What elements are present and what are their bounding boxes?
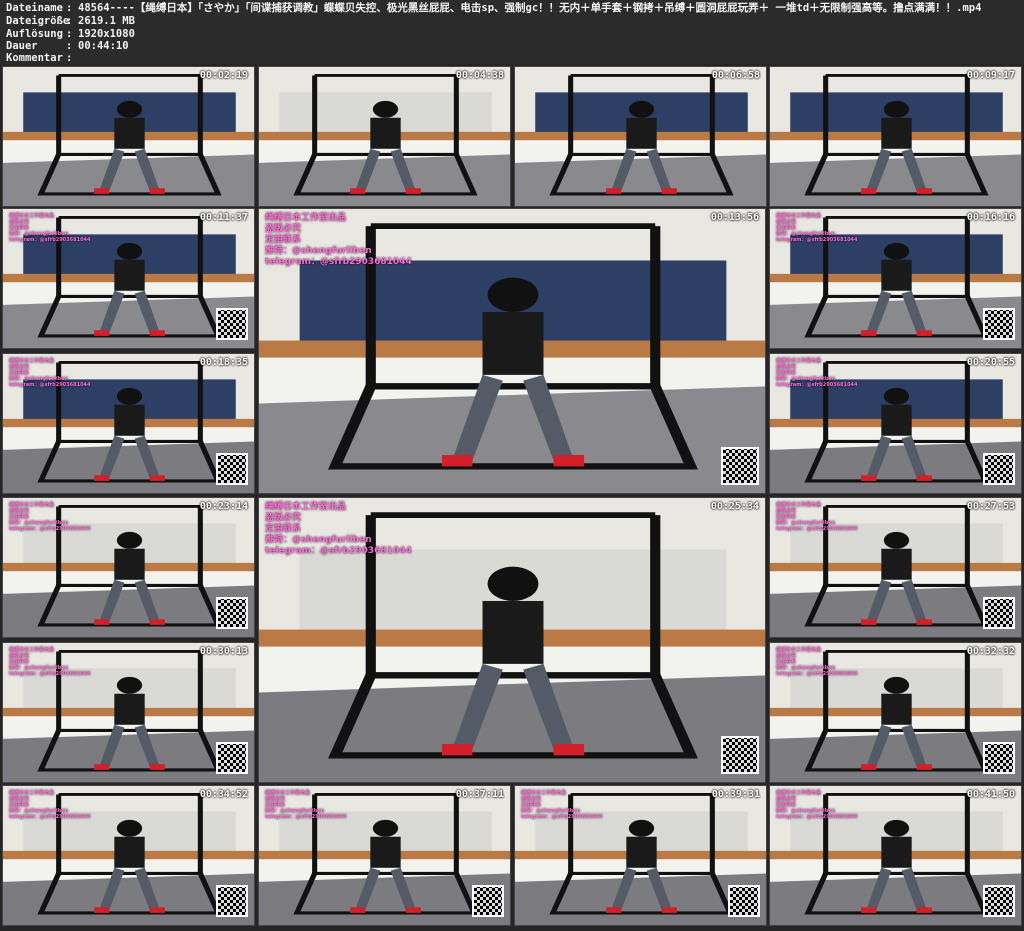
scene-image — [770, 67, 1021, 206]
timestamp-label: 00:39:31 — [711, 789, 760, 800]
watermark-line: 定拍联系 — [265, 235, 302, 245]
watermark-line: 盗版必究 — [265, 513, 302, 523]
watermark-line: telegram：@sfrb2903681044 — [9, 382, 91, 388]
watermark-line: telegram：@sfrb2903681044 — [265, 546, 412, 556]
video-thumbnail[interactable]: 00:32:32 绳缚日本工作室出品 盗版必究 定拍联系 推特：@shengfurlib… — [769, 642, 1022, 783]
video-thumbnail[interactable]: 00:11:37 绳缚日本工作室出品 盗版必究 定拍联系 推特：@shengfurlib… — [2, 208, 255, 349]
qr-code-icon — [721, 447, 759, 485]
video-thumbnail[interactable]: 00:39:31 绳缚日本工作室出品 盗版必究 定拍联系 推特：@shengfurlib… — [514, 785, 767, 926]
meta-comment: Kommentar: — [6, 52, 73, 64]
video-thumbnail[interactable]: 00:27:53 绳缚日本工作室出品 盗版必究 定拍联系 推特：@shengfurlib… — [769, 497, 1022, 638]
watermark-text: 绳缚日本工作室出品 盗版必究 定拍联系 推特：@shengfurliben telegr… — [9, 647, 91, 677]
qr-code-icon — [216, 742, 248, 774]
timestamp-label: 00:30:13 — [199, 646, 248, 657]
watermark-text: 绳缚日本工作室出品 盗版必究 定拍联系 推特：@shengfurliben telegr… — [776, 790, 858, 820]
meta-filesize: Dateigröße: 2619.1 MB — [6, 15, 135, 27]
qr-code-icon — [728, 885, 760, 917]
timestamp-label: 00:34:52 — [199, 789, 248, 800]
video-thumbnail[interactable]: 00:23:14 绳缚日本工作室出品 盗版必究 定拍联系 推特：@shengfurlib… — [2, 497, 255, 638]
timestamp-label: 00:25:34 — [710, 501, 759, 512]
video-thumbnail[interactable]: 00:16:16 绳缚日本工作室出品 盗版必究 定拍联系 推特：@shengfurlib… — [769, 208, 1022, 349]
timestamp-label: 00:02:19 — [199, 70, 248, 81]
watermark-line: telegram：@sfrb2903681044 — [776, 671, 858, 677]
watermark-text: 绳缚日本工作室出品 盗版必究 定拍联系 推特：@shengfurliben telegr… — [265, 213, 412, 268]
video-thumbnail[interactable]: 00:09:17 — [769, 66, 1022, 207]
watermark-line: telegram：@sfrb2903681044 — [776, 526, 858, 532]
qr-code-icon — [983, 453, 1015, 485]
watermark-text: 绳缚日本工作室出品 盗版必究 定拍联系 推特：@shengfurliben telegr… — [9, 502, 91, 532]
watermark-text: 绳缚日本工作室出品 盗版必究 定拍联系 推特：@shengfurliben telegr… — [776, 358, 858, 388]
watermark-text: 绳缚日本工作室出品 盗版必究 定拍联系 推特：@shengfurliben telegr… — [776, 502, 858, 532]
qr-code-icon — [721, 736, 759, 774]
watermark-line: telegram：@sfrb2903681044 — [521, 814, 603, 820]
watermark-line: telegram：@sfrb2903681044 — [9, 237, 91, 243]
video-thumbnail[interactable]: 00:02:19 — [2, 66, 255, 207]
timestamp-label: 00:11:37 — [199, 212, 248, 223]
watermark-line: telegram：@sfrb2903681044 — [776, 237, 858, 243]
qr-code-icon — [983, 742, 1015, 774]
timestamp-label: 00:41:50 — [966, 789, 1015, 800]
watermark-text: 绳缚日本工作室出品 盗版必究 定拍联系 推特：@shengfurliben telegr… — [265, 502, 412, 557]
qr-code-icon — [983, 597, 1015, 629]
timestamp-label: 00:13:56 — [710, 212, 759, 223]
watermark-text: 绳缚日本工作室出品 盗版必究 定拍联系 推特：@shengfurliben telegr… — [776, 647, 858, 677]
video-thumbnail[interactable]: 00:30:13 绳缚日本工作室出品 盗版必究 定拍联系 推特：@shengfurlib… — [2, 642, 255, 783]
watermark-line: 推特：@shengfurliben — [265, 246, 372, 256]
timestamp-label: 00:27:53 — [966, 501, 1015, 512]
meta-filename: Dateiname:48564----【绳缚日本】「さやか」「间谍捕获调教」蝶蝶… — [6, 2, 982, 14]
timestamp-label: 00:23:14 — [199, 501, 248, 512]
watermark-line: 定拍联系 — [265, 524, 302, 534]
video-thumbnail[interactable]: 00:41:50 绳缚日本工作室出品 盗版必究 定拍联系 推特：@shengfurlib… — [769, 785, 1022, 926]
watermark-line: telegram：@sfrb2903681044 — [265, 257, 412, 267]
watermark-text: 绳缚日本工作室出品 盗版必究 定拍联系 推特：@shengfurliben telegr… — [776, 213, 858, 243]
video-thumbnail[interactable]: 00:37:11 绳缚日本工作室出品 盗版必究 定拍联系 推特：@shengfurlib… — [258, 785, 511, 926]
qr-code-icon — [216, 453, 248, 485]
video-thumbnail[interactable]: 00:34:52 绳缚日本工作室出品 盗版必究 定拍联系 推特：@shengfurlib… — [2, 785, 255, 926]
qr-code-icon — [983, 308, 1015, 340]
timestamp-label: 00:04:38 — [455, 70, 504, 81]
scene-image — [3, 67, 254, 206]
video-thumbnail[interactable]: 00:18:35 绳缚日本工作室出品 盗版必究 定拍联系 推特：@shengfurlib… — [2, 353, 255, 494]
qr-code-icon — [983, 885, 1015, 917]
video-thumbnail[interactable]: 00:04:38 — [258, 66, 511, 207]
watermark-line: 推特：@shengfurliben — [265, 535, 372, 545]
watermark-line: 绳缚日本工作室出品 — [265, 502, 347, 512]
watermark-line: telegram：@sfrb2903681044 — [9, 671, 91, 677]
watermark-line: 绳缚日本工作室出品 — [265, 213, 347, 223]
timestamp-label: 00:06:58 — [711, 70, 760, 81]
qr-code-icon — [216, 308, 248, 340]
qr-code-icon — [216, 597, 248, 629]
watermark-line: telegram：@sfrb2903681044 — [265, 814, 347, 820]
video-thumbnail[interactable]: 00:20:55 绳缚日本工作室出品 盗版必究 定拍联系 推特：@shengfurlib… — [769, 353, 1022, 494]
file-info-header: Dateiname:48564----【绳缚日本】「さやか」「间谍捕获调教」蝶蝶… — [0, 0, 1024, 64]
watermark-line: telegram：@sfrb2903681044 — [9, 526, 91, 532]
scene-image — [259, 67, 510, 206]
watermark-line: telegram：@sfrb2903681044 — [776, 814, 858, 820]
watermark-line: telegram：@sfrb2903681044 — [9, 814, 91, 820]
watermark-line: telegram：@sfrb2903681044 — [776, 382, 858, 388]
timestamp-label: 00:20:55 — [966, 357, 1015, 368]
timestamp-label: 00:37:11 — [455, 789, 504, 800]
watermark-text: 绳缚日本工作室出品 盗版必究 定拍联系 推特：@shengfurliben telegr… — [9, 213, 91, 243]
scene-image — [515, 67, 766, 206]
watermark-text: 绳缚日本工作室出品 盗版必究 定拍联系 推特：@shengfurliben telegr… — [9, 790, 91, 820]
timestamp-label: 00:18:35 — [199, 357, 248, 368]
qr-code-icon — [216, 885, 248, 917]
timestamp-label: 00:09:17 — [966, 70, 1015, 81]
video-thumbnail[interactable]: 00:06:58 — [514, 66, 767, 207]
watermark-text: 绳缚日本工作室出品 盗版必究 定拍联系 推特：@shengfurliben telegr… — [521, 790, 603, 820]
watermark-text: 绳缚日本工作室出品 盗版必究 定拍联系 推特：@shengfurliben telegr… — [265, 790, 347, 820]
watermark-line: 盗版必究 — [265, 224, 302, 234]
watermark-text: 绳缚日本工作室出品 盗版必究 定拍联系 推特：@shengfurliben telegr… — [9, 358, 91, 388]
qr-code-icon — [472, 885, 504, 917]
video-thumbnail[interactable]: 00:25:34 绳缚日本工作室出品 盗版必究 定拍联系 推特：@shengfurlib… — [258, 497, 766, 783]
timestamp-label: 00:32:32 — [966, 646, 1015, 657]
video-thumbnail[interactable]: 00:13:56 绳缚日本工作室出品 盗版必究 定拍联系 推特：@shengfurlib… — [258, 208, 766, 494]
timestamp-label: 00:16:16 — [966, 212, 1015, 223]
